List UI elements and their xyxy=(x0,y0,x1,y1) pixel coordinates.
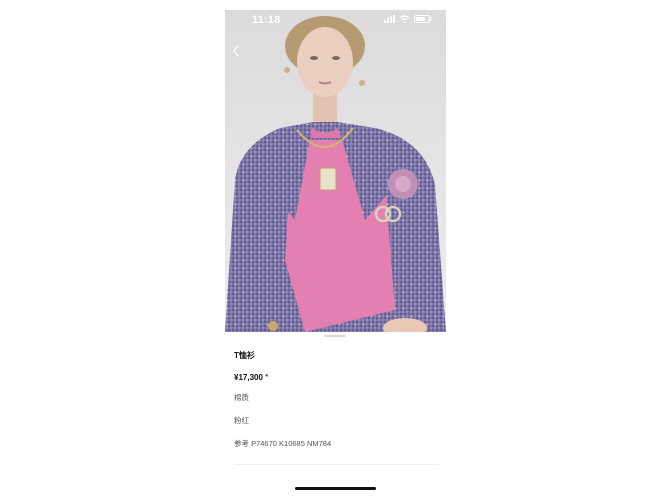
wifi-icon xyxy=(399,15,410,23)
divider xyxy=(234,464,439,465)
product-reference: 参考 P74670 K10685 NM784 xyxy=(234,439,332,448)
chevron-left-icon xyxy=(232,45,239,57)
info-icon[interactable]: ● xyxy=(265,373,269,379)
battery-icon xyxy=(414,15,432,23)
price-row: ¥17,300 ● xyxy=(234,373,439,383)
product-price: ¥17,300 xyxy=(234,373,263,382)
product-color: 粉红 xyxy=(234,416,249,425)
product-title: T恤衫 xyxy=(234,351,255,360)
status-icons xyxy=(384,15,432,23)
product-info: T恤衫 ¥17,300 ● 棉质 粉红 参考 P74670 K10685 NM7… xyxy=(234,350,439,449)
status-time: 11:18 xyxy=(252,14,281,26)
phone-screen: 11:18 T恤衫 ¥17,300 ● 棉质 粉红 参考 P74670 K106… xyxy=(225,10,446,495)
signal-icon xyxy=(384,15,395,23)
product-material: 棉质 xyxy=(234,393,249,402)
model-illustration xyxy=(225,10,446,332)
back-button[interactable] xyxy=(228,42,244,60)
home-indicator[interactable] xyxy=(295,487,376,490)
status-bar: 11:18 xyxy=(225,10,446,32)
product-image[interactable]: 11:18 xyxy=(225,10,446,332)
sheet-handle[interactable] xyxy=(324,335,346,337)
